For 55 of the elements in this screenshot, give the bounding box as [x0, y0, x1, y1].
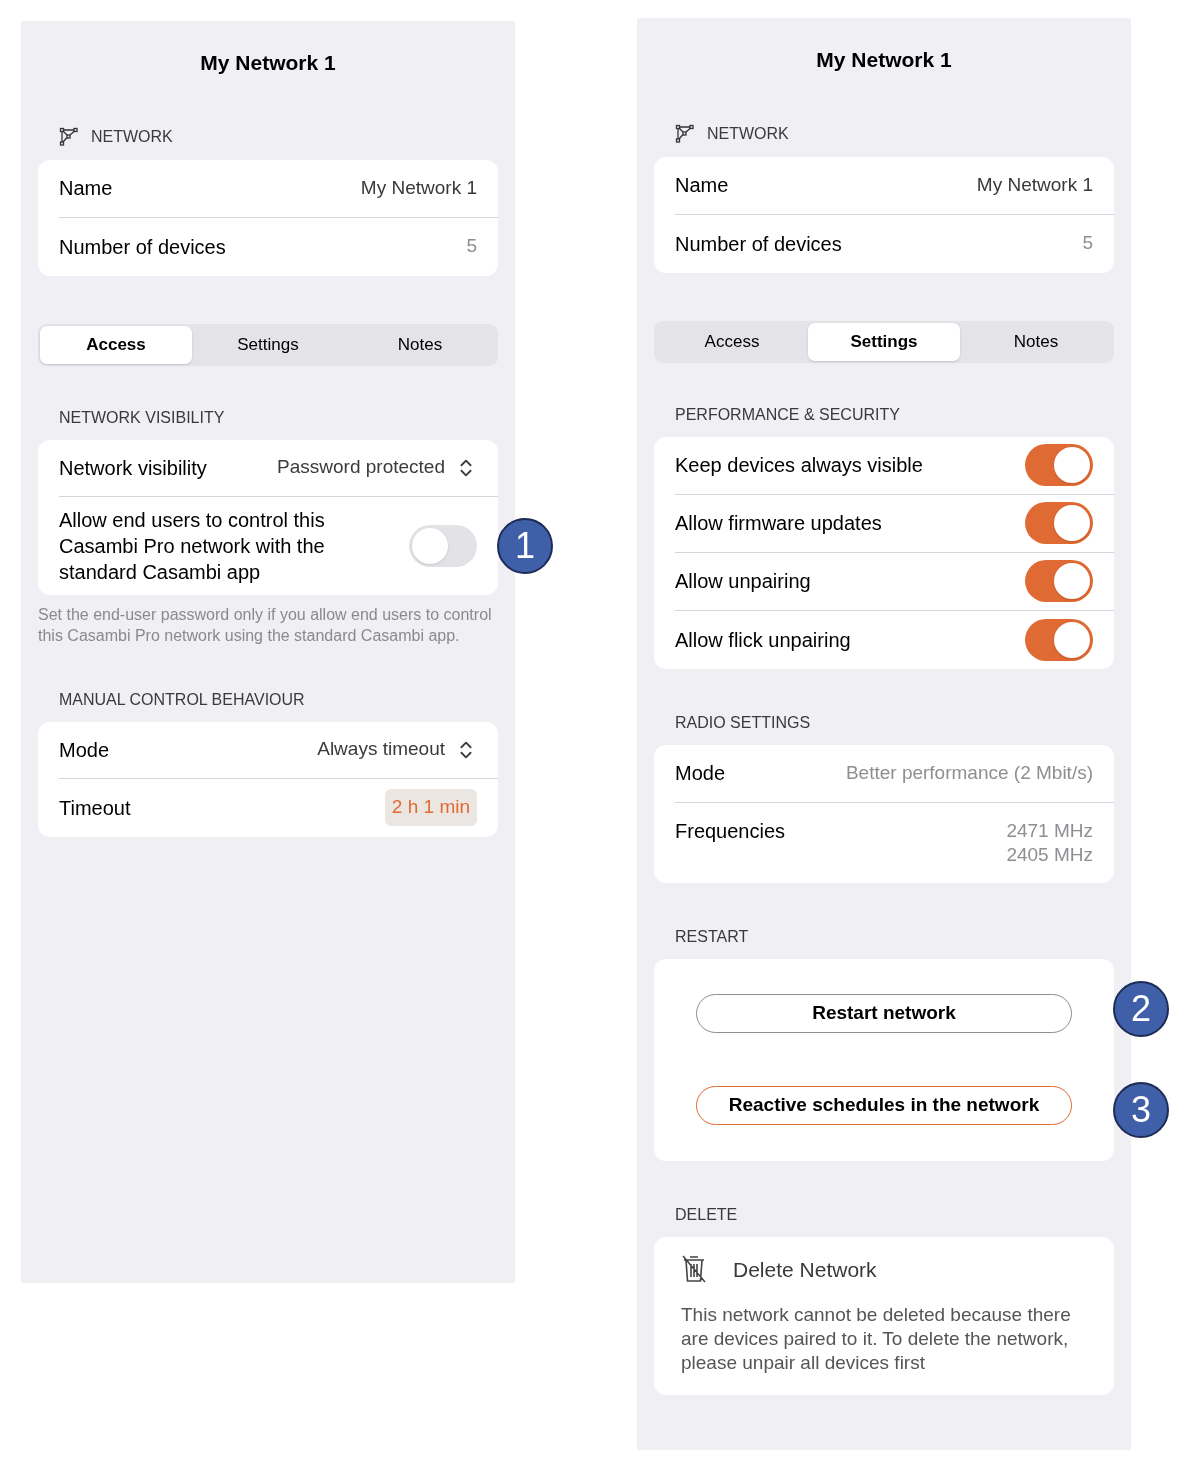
row-label: Frequencies	[675, 818, 786, 844]
toggle-switch[interactable]	[1025, 560, 1093, 602]
row-label: Allow flick unpairing	[675, 627, 851, 653]
row-label: Keep devices always visible	[675, 453, 923, 478]
section-header: NETWORK	[707, 123, 789, 144]
panel-title: My Network 1	[199, 50, 337, 76]
row-label: Name	[675, 173, 729, 198]
select-control[interactable]: Always timeout	[317, 735, 477, 764]
panel-title: My Network 1	[815, 47, 953, 73]
segment-tab[interactable]: Settings	[192, 325, 344, 364]
section-header: NETWORK VISIBILITY	[59, 407, 226, 428]
row-value: 2471 MHz	[1006, 818, 1093, 843]
section-header: DELETE	[675, 1204, 739, 1225]
toggle-switch[interactable]	[1025, 444, 1093, 486]
row-label: Number of devices	[675, 231, 842, 257]
network-icon	[59, 126, 79, 147]
segment-tab[interactable]: Settings	[808, 322, 960, 361]
row-label: Number of devices	[59, 234, 226, 260]
row-label: Timeout	[59, 795, 131, 821]
toggle-switch[interactable]	[1025, 502, 1093, 544]
row-value: Better performance (2 Mbit/s)	[845, 760, 1093, 785]
row-label: Allow unpairing	[675, 569, 811, 594]
row-value: 2405 MHz	[1006, 842, 1093, 867]
row-label: Allow firmware updates	[675, 511, 882, 536]
segment-tab[interactable]: Access	[40, 325, 192, 364]
callout-number: 3	[1113, 1082, 1169, 1138]
callout-number: 2	[1113, 981, 1169, 1037]
section-header: MANUAL CONTROL BEHAVIOUR	[59, 689, 306, 710]
section-header: RADIO SETTINGS	[675, 712, 812, 733]
delete-explanation: This network cannot be deleted because there are devices paired to it. To delete the network, please unpair all devices first	[681, 1303, 1072, 1375]
toggle-switch[interactable]	[1025, 618, 1093, 661]
row-value: My Network 1	[976, 172, 1093, 197]
segment-tab[interactable]: Notes	[960, 322, 1112, 361]
segment-tab[interactable]: Notes	[344, 325, 496, 364]
row-label: Allow end users to control this Casambi Pro network with the standard Casambi app	[59, 507, 326, 585]
row-value: 5	[1082, 231, 1093, 256]
select-control[interactable]: Password protected	[277, 453, 477, 482]
delete-title: Delete Network	[733, 1256, 877, 1283]
section-header: NETWORK	[91, 126, 173, 147]
row-label: Mode	[675, 760, 726, 786]
toggle-switch[interactable]	[409, 524, 477, 567]
network-icon	[675, 123, 695, 144]
action-button[interactable]: Reactive schedules in the network	[696, 1085, 1072, 1125]
action-button[interactable]: Restart network	[696, 993, 1072, 1033]
section-header: RESTART	[675, 926, 750, 947]
row-label: Network visibility	[59, 455, 207, 481]
row-value: My Network 1	[360, 175, 477, 200]
trash-slash-icon	[681, 1254, 707, 1285]
row-label: Name	[59, 176, 113, 201]
row-value: 5	[466, 234, 477, 259]
callout-number: 1	[497, 517, 553, 574]
section-header: PERFORMANCE & SECURITY	[675, 404, 901, 425]
section-footnote: Set the end-user password only if you allow end users to control this Casambi Pro network using the standard Casambi app.	[38, 604, 493, 646]
segment-tab[interactable]: Access	[656, 322, 808, 361]
row-label: Mode	[59, 737, 110, 763]
